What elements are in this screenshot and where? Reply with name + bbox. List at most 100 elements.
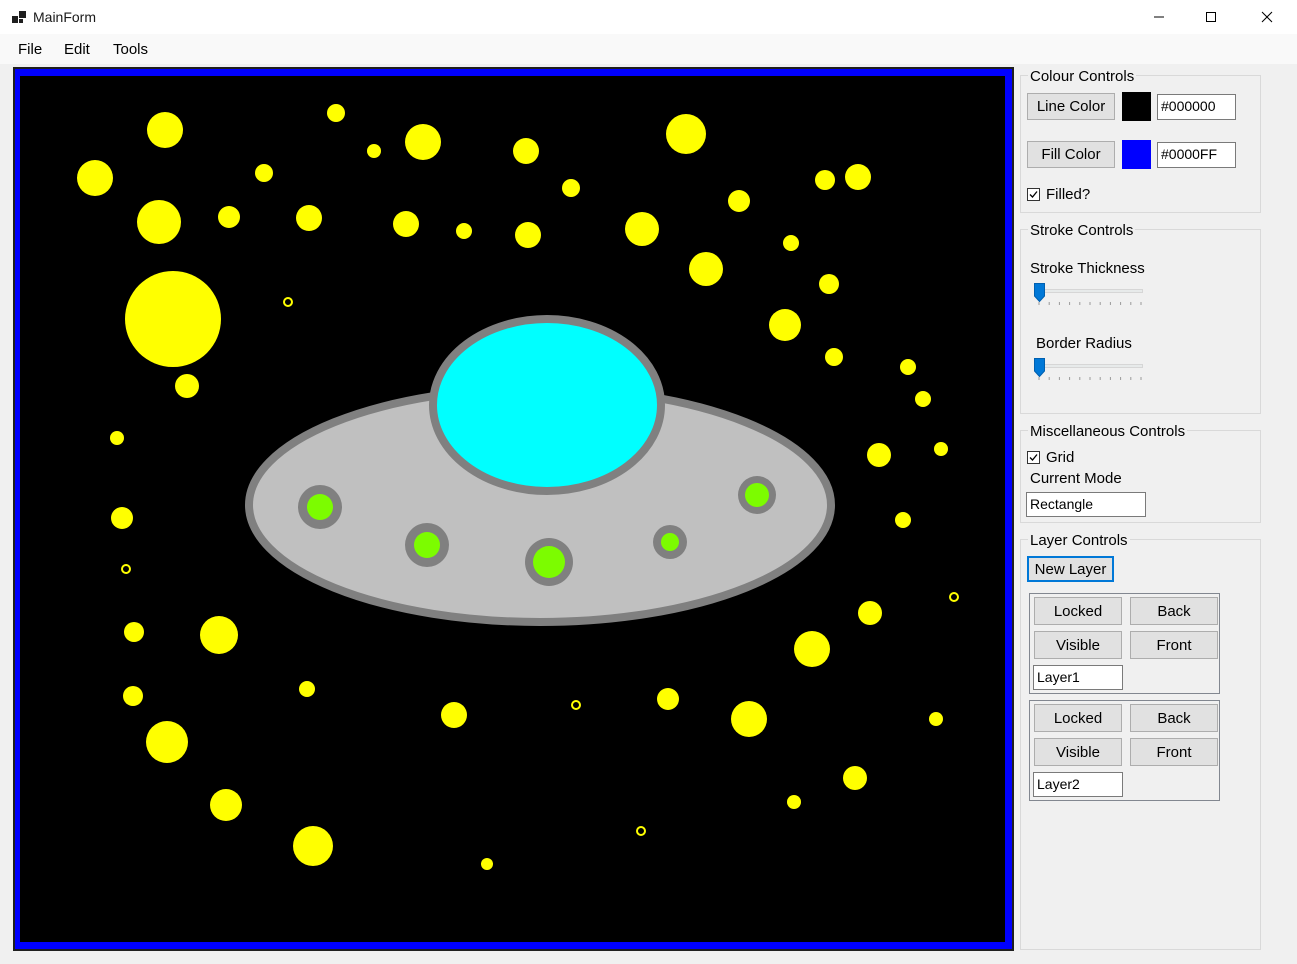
star-circle[interactable] (327, 104, 345, 122)
grid-label: Grid (1046, 449, 1075, 466)
star-circle[interactable] (393, 211, 419, 237)
layer2-name-input[interactable]: Layer2 (1033, 772, 1123, 797)
border-radius-thumb[interactable] (1034, 358, 1045, 377)
star-circle[interactable] (125, 271, 221, 367)
star-circle[interactable] (293, 826, 333, 866)
line-color-button[interactable]: Line Color (1027, 93, 1115, 120)
layer2-back-button[interactable]: Back (1130, 704, 1218, 732)
star-circle[interactable] (689, 252, 723, 286)
fill-color-hex-input[interactable]: #0000FF (1157, 142, 1236, 168)
filled-checkbox[interactable] (1027, 188, 1040, 201)
line-color-hex-input[interactable]: #000000 (1157, 94, 1236, 120)
menu-tools[interactable]: Tools (113, 41, 148, 58)
star-circle[interactable] (481, 858, 493, 870)
app-icon (12, 11, 26, 23)
fill-color-button[interactable]: Fill Color (1027, 141, 1115, 168)
new-layer-button[interactable]: New Layer (1027, 556, 1114, 582)
close-button[interactable] (1244, 0, 1290, 34)
star-circle[interactable] (819, 274, 839, 294)
star-circle[interactable] (146, 721, 188, 763)
star-circle[interactable] (111, 507, 133, 529)
star-circle[interactable] (147, 112, 183, 148)
menu-file[interactable]: File (18, 41, 42, 58)
star-circle[interactable] (934, 442, 948, 456)
stroke-controls-title: Stroke Controls (1028, 222, 1136, 239)
border-radius-track[interactable] (1035, 364, 1143, 368)
layer2-locked-button[interactable]: Locked (1034, 704, 1122, 732)
star-circle[interactable] (915, 391, 931, 407)
menu-edit[interactable]: Edit (64, 41, 90, 58)
window-title: MainForm (33, 9, 97, 25)
star-circle[interactable] (175, 374, 199, 398)
star-circle[interactable] (299, 681, 315, 697)
minimize-button[interactable] (1136, 0, 1182, 34)
star-circle[interactable] (405, 124, 441, 160)
star-circle[interactable] (255, 164, 273, 182)
layer1-front-button[interactable]: Front (1130, 631, 1218, 659)
layer1-locked-button[interactable]: Locked (1034, 597, 1122, 625)
star-circle[interactable] (794, 631, 830, 667)
star-circle[interactable] (218, 206, 240, 228)
star-circle[interactable] (783, 235, 799, 251)
star-circle[interactable] (843, 766, 867, 790)
colour-controls-title: Colour Controls (1028, 68, 1137, 85)
ufo-light[interactable] (307, 494, 333, 520)
current-mode-label: Current Mode (1030, 470, 1122, 487)
checkbox-check-icon (1029, 454, 1038, 461)
minimize-icon (1154, 16, 1164, 18)
star-circle[interactable] (657, 688, 679, 710)
star-circle[interactable] (895, 512, 911, 528)
star-circle[interactable] (858, 601, 882, 625)
layer1-visible-button[interactable]: Visible (1034, 631, 1122, 659)
star-circle[interactable] (367, 144, 381, 158)
maximize-icon (1206, 12, 1216, 22)
grid-checkbox[interactable] (1027, 451, 1040, 464)
star-circle[interactable] (625, 212, 659, 246)
star-circle[interactable] (769, 309, 801, 341)
ufo-light[interactable] (745, 483, 769, 507)
current-mode-field[interactable]: Rectangle (1026, 492, 1146, 517)
filled-label: Filled? (1046, 186, 1091, 203)
star-circle[interactable] (515, 222, 541, 248)
star-circle[interactable] (731, 701, 767, 737)
star-circle[interactable] (124, 622, 144, 642)
star-circle[interactable] (815, 170, 835, 190)
star-circle[interactable] (441, 702, 467, 728)
line-color-swatch[interactable] (1122, 92, 1151, 121)
star-circle[interactable] (110, 431, 124, 445)
star-circle[interactable] (787, 795, 801, 809)
ufo-light[interactable] (661, 533, 679, 551)
layer1-name-input[interactable]: Layer1 (1033, 665, 1123, 690)
ufo-light[interactable] (414, 532, 440, 558)
star-circle[interactable] (123, 686, 143, 706)
menu-bar: File Edit Tools (0, 34, 1297, 64)
star-circle[interactable] (77, 160, 113, 196)
star-circle[interactable] (666, 114, 706, 154)
star-circle[interactable] (900, 359, 916, 375)
star-circle[interactable] (513, 138, 539, 164)
layer2-front-button[interactable]: Front (1130, 738, 1218, 766)
drawing-canvas[interactable] (13, 67, 1014, 951)
star-circle[interactable] (825, 348, 843, 366)
star-circle[interactable] (210, 789, 242, 821)
ufo-light[interactable] (533, 546, 565, 578)
star-circle[interactable] (562, 179, 580, 197)
maximize-button[interactable] (1188, 0, 1234, 34)
star-circle[interactable] (845, 164, 871, 190)
star-circle[interactable] (200, 616, 238, 654)
layer1-back-button[interactable]: Back (1130, 597, 1218, 625)
stroke-thickness-thumb[interactable] (1034, 283, 1045, 302)
star-circle[interactable] (929, 712, 943, 726)
star-circle[interactable] (728, 190, 750, 212)
star-circle[interactable] (867, 443, 891, 467)
stroke-thickness-label: Stroke Thickness (1030, 260, 1145, 277)
star-circle[interactable] (137, 200, 181, 244)
ufo-dome[interactable] (429, 315, 665, 495)
star-circle[interactable] (296, 205, 322, 231)
title-bar: MainForm (0, 0, 1297, 34)
layer2-visible-button[interactable]: Visible (1034, 738, 1122, 766)
fill-color-swatch[interactable] (1122, 140, 1151, 169)
star-circle[interactable] (456, 223, 472, 239)
canvas-svg[interactable] (13, 67, 1014, 951)
stroke-thickness-track[interactable] (1035, 289, 1143, 293)
